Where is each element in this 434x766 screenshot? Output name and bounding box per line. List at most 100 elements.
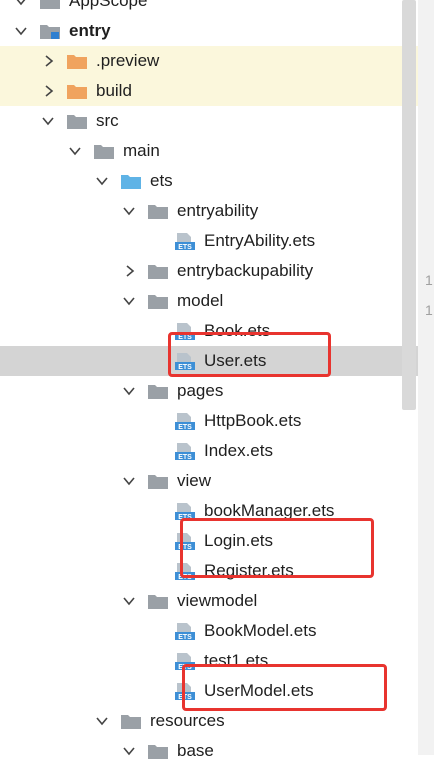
tree-item-label: Index.ets [204,441,273,460]
ets-file-icon: ETS [174,352,196,370]
chevron-down-icon[interactable] [13,23,29,39]
folder-orange-icon [66,82,88,100]
tree-row-bookmodel-ets[interactable]: ETS BookModel.ets [0,616,418,646]
tree-row-resources[interactable]: resources [0,706,418,736]
tree-row-login-ets[interactable]: ETS Login.ets [0,526,418,556]
scrollbar-track[interactable] [418,0,434,755]
tree-row-user-ets[interactable]: ETS User.ets [0,346,418,376]
chevron-down-icon[interactable] [121,593,137,609]
tree-row-book-ets[interactable]: ETS Book.ets [0,316,418,346]
chevron-down-icon[interactable] [13,0,29,9]
folder-blue-icon [120,172,142,190]
tree-row-entry[interactable]: entry [0,16,418,46]
editor-gutter-line-number: 1 [425,302,433,318]
ets-file-icon: ETS [174,502,196,520]
tree-row-pages[interactable]: pages [0,376,418,406]
tree-item-label: Login.ets [204,531,273,550]
ets-file-icon: ETS [174,652,196,670]
tree-item-label: AppScope [69,0,148,10]
tree-row-src[interactable]: src [0,106,418,136]
chevron-right-icon[interactable] [121,263,137,279]
tree-row-view[interactable]: view [0,466,418,496]
ets-file-icon: ETS [174,532,196,550]
tree-row-ets[interactable]: ets [0,166,418,196]
folder-gray-icon [120,712,142,730]
tree-row-model[interactable]: model [0,286,418,316]
folder-gray-icon [147,292,169,310]
tree-row-entryability[interactable]: entryability [0,196,418,226]
module-folder-icon [39,22,61,40]
folder-gray-icon [147,382,169,400]
project-tree: AppScope entry .preview build src main ets entr… [0,0,418,760]
tree-item-label: .preview [96,51,160,70]
chevron-right-icon[interactable] [40,83,56,99]
ets-badge-text: ETS [178,454,192,460]
folder-gray-icon [147,262,169,280]
tree-item-label: entry [69,21,111,40]
chevron-down-icon[interactable] [94,173,110,189]
ets-file-icon: ETS [174,622,196,640]
ets-badge-text: ETS [178,574,192,580]
ets-badge-text: ETS [178,244,192,250]
tree-item-label: entrybackupability [177,261,314,280]
tree-row-preview[interactable]: .preview [0,46,418,76]
tree-item-label: main [123,141,160,160]
tree-item-label: viewmodel [177,591,258,610]
tree-row-test1-ets[interactable]: ETS test1.ets [0,646,418,676]
tree-item-label: bookManager.ets [204,501,335,520]
ets-badge-text: ETS [178,364,192,370]
tree-item-label: model [177,291,224,310]
folder-gray-icon [93,142,115,160]
tree-item-label: view [177,471,212,490]
folder-orange-icon [66,52,88,70]
ets-file-icon: ETS [174,562,196,580]
tree-row-entrybackupability[interactable]: entrybackupability [0,256,418,286]
editor-gutter-line-number: 1 [425,272,433,288]
chevron-down-icon[interactable] [121,743,137,759]
tree-row-index-ets[interactable]: ETS Index.ets [0,436,418,466]
tree-item-label: pages [177,381,224,400]
ets-badge-text: ETS [178,514,192,520]
tree-item-label: entryability [177,201,259,220]
chevron-down-icon[interactable] [67,143,83,159]
tree-row-appscope[interactable]: AppScope [0,0,418,16]
tree-item-label: UserModel.ets [204,681,314,700]
tree-row-entryability-ets[interactable]: ETS EntryAbility.ets [0,226,418,256]
tree-item-label: build [96,81,132,100]
tree-item-label: Book.ets [204,321,271,340]
tree-item-label: User.ets [204,351,267,370]
chevron-down-icon[interactable] [40,113,56,129]
tree-row-viewmodel[interactable]: viewmodel [0,586,418,616]
folder-gray-icon [39,0,61,10]
ets-file-icon: ETS [174,322,196,340]
ets-badge-text: ETS [178,664,192,670]
chevron-down-icon[interactable] [121,203,137,219]
ets-badge-text: ETS [178,424,192,430]
ets-badge-text: ETS [178,544,192,550]
tree-item-label: ets [150,171,173,190]
chevron-right-icon[interactable] [40,53,56,69]
tree-row-register-ets[interactable]: ETS Register.ets [0,556,418,586]
chevron-down-icon[interactable] [94,713,110,729]
scrollbar-thumb[interactable] [402,0,416,410]
folder-gray-icon [147,742,169,760]
tree-row-bookmanager-ets[interactable]: ETS bookManager.ets [0,496,418,526]
tree-item-label: base [177,741,214,760]
chevron-down-icon[interactable] [121,383,137,399]
tree-row-httpbook-ets[interactable]: ETS HttpBook.ets [0,406,418,436]
folder-gray-icon [147,592,169,610]
tree-row-main[interactable]: main [0,136,418,166]
ets-file-icon: ETS [174,232,196,250]
ets-file-icon: ETS [174,442,196,460]
chevron-down-icon[interactable] [121,293,137,309]
tree-row-usermodel-ets[interactable]: ETS UserModel.ets [0,676,418,706]
tree-row-build[interactable]: build [0,76,418,106]
folder-gray-icon [66,112,88,130]
ets-badge-text: ETS [178,334,192,340]
chevron-down-icon[interactable] [121,473,137,489]
tree-item-label: BookModel.ets [204,621,317,640]
tree-row-base[interactable]: base [0,736,418,766]
folder-gray-icon [147,202,169,220]
tree-item-label: Register.ets [204,561,294,580]
ets-badge-text: ETS [178,634,192,640]
